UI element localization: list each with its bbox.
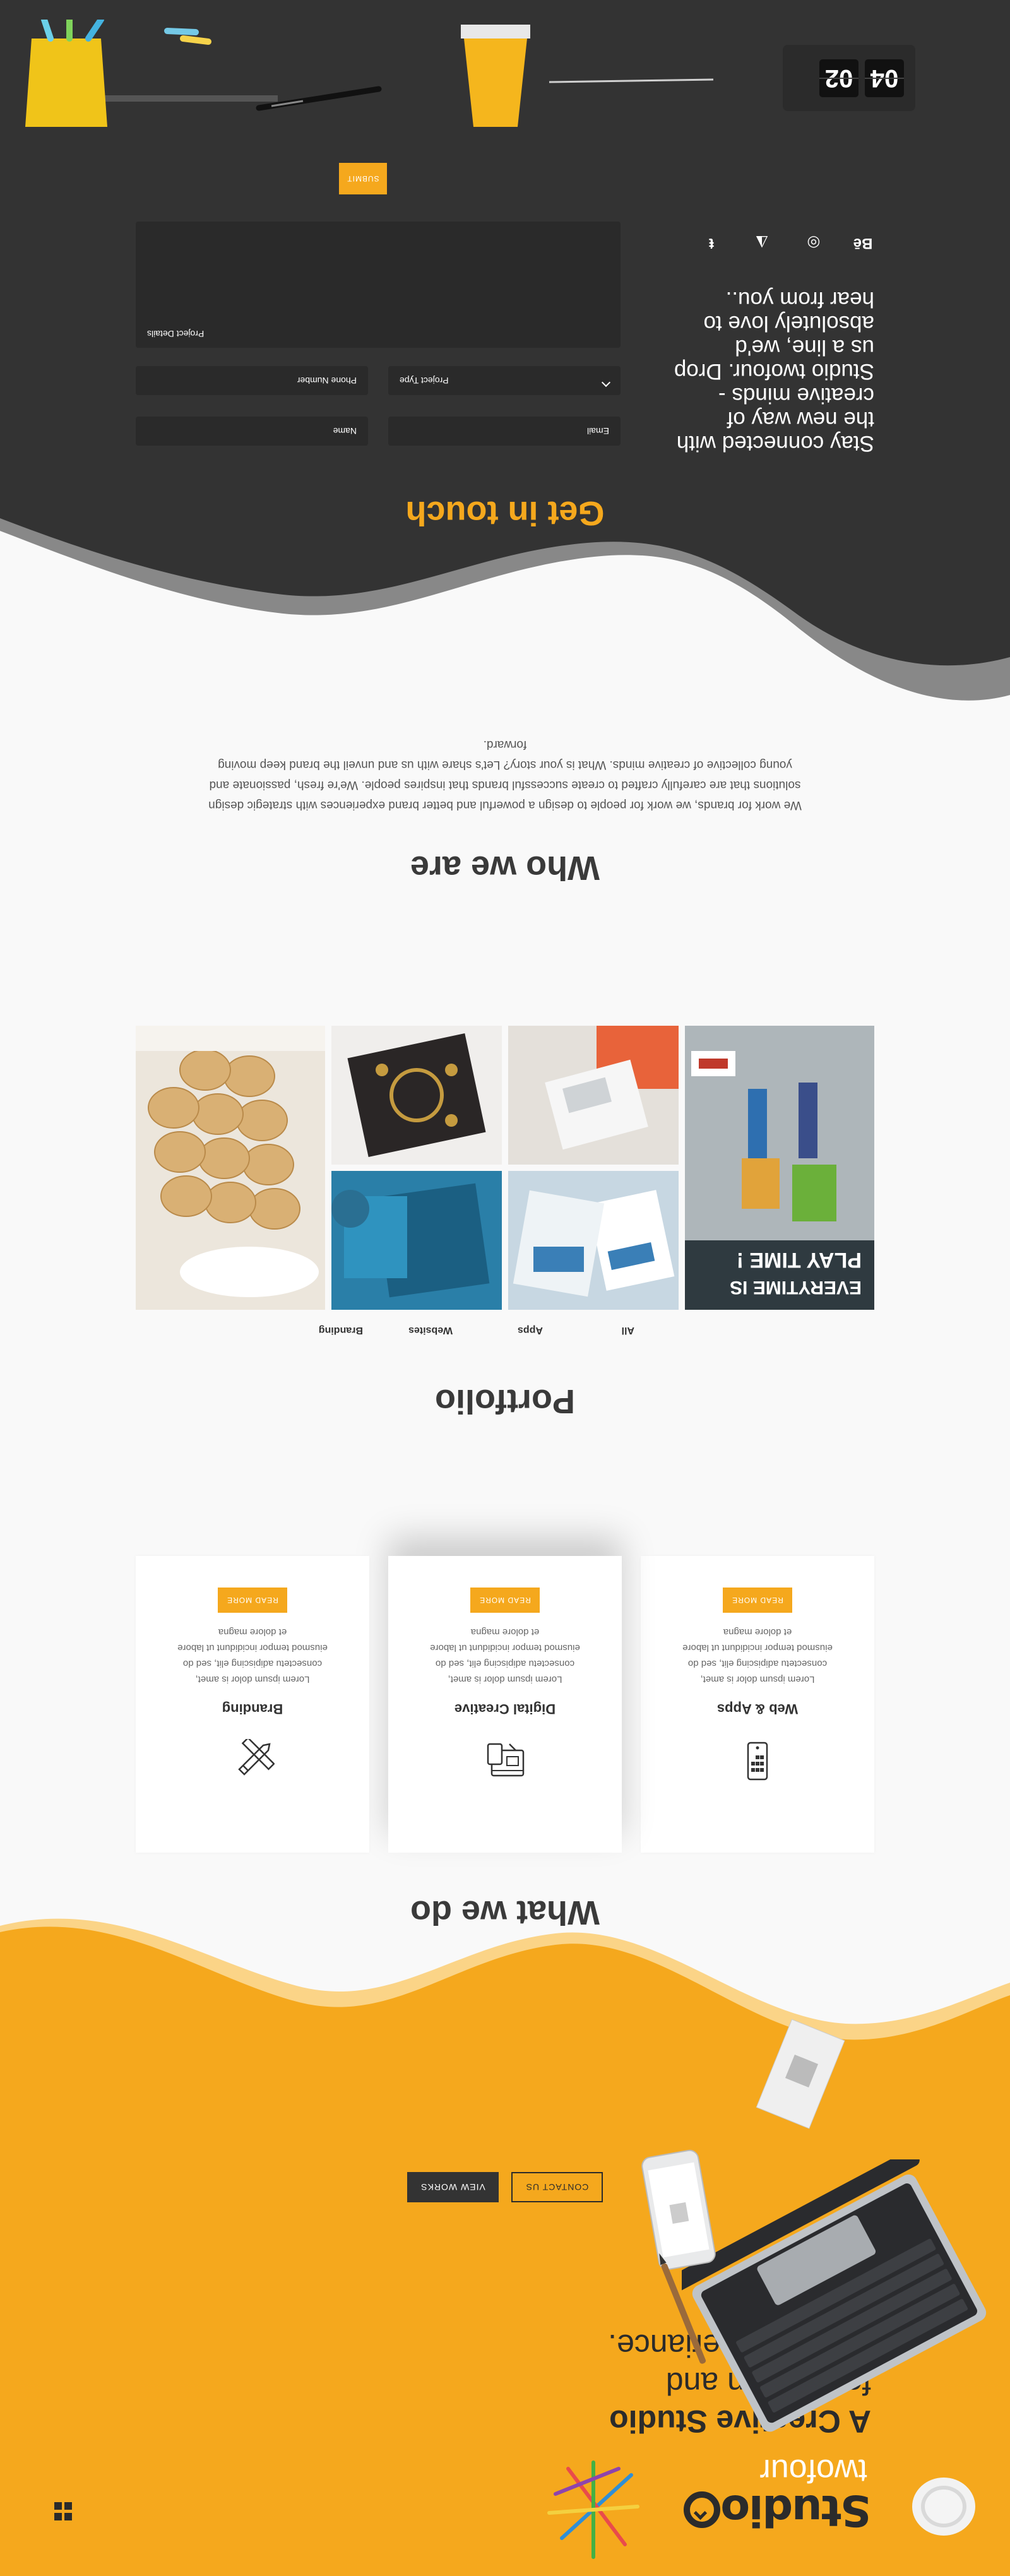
portfolio-item-poster[interactable]: EVERYTIME IS PLAY TIME ! bbox=[685, 1026, 874, 1310]
digital-creative-icon bbox=[487, 1743, 525, 1777]
filter-websites[interactable]: Websites bbox=[408, 1324, 453, 1336]
chevron-up-icon bbox=[601, 377, 611, 388]
ruler-image bbox=[549, 78, 713, 83]
read-more-button[interactable]: READ MORE bbox=[723, 1588, 792, 1613]
service-card-digital-creative[interactable]: Digital Creative Lorem ipsum dolor is am… bbox=[388, 1556, 622, 1853]
card-title: Branding bbox=[222, 1701, 283, 1717]
email-placeholder: Email bbox=[586, 426, 609, 436]
mobile-apps-icon bbox=[747, 1742, 768, 1781]
yellow-cup-image bbox=[461, 25, 530, 127]
social-links: Bē ◎ ◮ ŧ bbox=[685, 229, 874, 254]
project-type-placeholder: Project Type bbox=[400, 376, 449, 386]
read-more-button[interactable]: READ MORE bbox=[470, 1588, 540, 1613]
filter-all[interactable]: All bbox=[622, 1324, 634, 1336]
pencil-holder-image bbox=[25, 20, 278, 127]
instagram-icon[interactable]: ◎ bbox=[802, 232, 825, 254]
contact-tagline: Stay connected with the new way of creat… bbox=[674, 287, 874, 456]
notebook-image bbox=[756, 2019, 845, 2129]
portfolio-item-cookies[interactable] bbox=[136, 1026, 325, 1310]
project-details-placeholder: Project Details bbox=[147, 329, 205, 339]
service-card-branding[interactable]: Branding Lorem ipsum dolor is amet, cons… bbox=[136, 1556, 369, 1853]
phone-field[interactable]: Phone Number bbox=[136, 366, 368, 395]
name-field[interactable]: Name bbox=[136, 417, 368, 446]
contact-us-button[interactable]: CONTACT US bbox=[511, 2172, 603, 2202]
poster-headline-1: EVERYTIME IS bbox=[730, 1277, 862, 1298]
grid-menu-icon[interactable] bbox=[53, 2502, 72, 2520]
portfolio-item-black-box[interactable] bbox=[331, 1026, 502, 1165]
what-we-do-title: What we do bbox=[410, 1894, 600, 1932]
portfolio-filters: All Apps Websites Branding bbox=[0, 1317, 1010, 1336]
read-more-button[interactable]: READ MORE bbox=[218, 1588, 287, 1613]
hero-section: Studio twofour A Creative Studio for Des… bbox=[0, 1869, 1010, 2576]
portfolio-grid: EVERYTIME IS PLAY TIME ! bbox=[136, 1026, 874, 1310]
pencil-ruler-icon bbox=[238, 1739, 275, 1776]
clock-digit-right: 02 bbox=[819, 59, 858, 97]
card-text: Lorem ipsum dolor is amet, consectetu ad… bbox=[177, 1627, 328, 1685]
portfolio-item-blue-box[interactable] bbox=[331, 1171, 502, 1310]
card-title: Digital Creative bbox=[454, 1701, 556, 1717]
who-we-are-title: Who we are bbox=[410, 849, 600, 887]
laptop-mockup-image bbox=[682, 2159, 987, 2432]
portfolio-title: Portfolio bbox=[435, 1382, 575, 1420]
tumblr-icon[interactable]: ŧ bbox=[700, 232, 723, 254]
service-card-web-apps[interactable]: Web & Apps Lorem ipsum dolor is amet, co… bbox=[641, 1556, 874, 1853]
snapchat-icon[interactable]: ◮ bbox=[751, 232, 773, 254]
filter-apps[interactable]: Apps bbox=[518, 1324, 543, 1336]
pen-image bbox=[659, 2253, 706, 2364]
desk-props: 04 02 bbox=[0, 0, 1010, 127]
portfolio-item-brochure[interactable] bbox=[508, 1171, 679, 1310]
submit-button[interactable]: SUBMIT bbox=[339, 163, 387, 194]
email-field[interactable]: Email bbox=[388, 417, 621, 446]
clock-digit-left: 04 bbox=[865, 59, 904, 97]
name-placeholder: Name bbox=[333, 426, 357, 436]
logo-o-mark bbox=[684, 2491, 721, 2528]
portfolio-item-stationery[interactable] bbox=[508, 1026, 679, 1165]
card-text: Lorem ipsum dolor is amet, consectetu ad… bbox=[682, 1627, 833, 1685]
filter-branding[interactable]: Branding bbox=[319, 1324, 363, 1336]
flip-clock-image: 04 02 bbox=[783, 45, 915, 111]
project-type-select[interactable]: Project Type bbox=[388, 366, 621, 395]
phone-placeholder: Phone Number bbox=[297, 376, 357, 386]
get-in-touch-title: Get in touch bbox=[405, 494, 605, 532]
behance-icon[interactable]: Bē bbox=[852, 232, 874, 254]
poster-headline-2: PLAY TIME ! bbox=[737, 1248, 862, 1272]
pencils-image bbox=[547, 2460, 639, 2559]
view-works-button[interactable]: VIEW WORKS bbox=[407, 2172, 499, 2202]
card-title: Web & Apps bbox=[716, 1701, 799, 1717]
card-text: Lorem ipsum dolor is amet, consectetu ad… bbox=[430, 1627, 580, 1685]
logo-wordmark: Studio bbox=[722, 2485, 871, 2535]
cup-image bbox=[912, 2478, 975, 2536]
project-details-textarea[interactable]: Project Details bbox=[136, 222, 621, 348]
